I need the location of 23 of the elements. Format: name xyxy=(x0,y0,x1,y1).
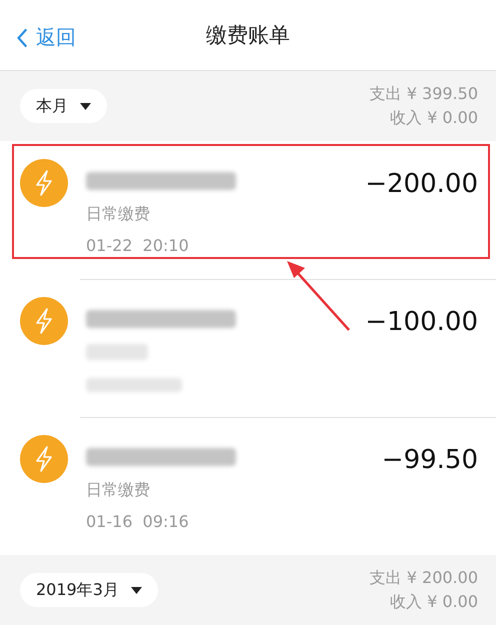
lightning-icon xyxy=(20,159,68,207)
bill-row[interactable]: 日常缴费 01-16 09:16 −99.50 xyxy=(0,417,496,555)
bill-amount: −200.00 xyxy=(365,169,478,199)
bill-amount: −99.50 xyxy=(382,445,478,475)
bill-row[interactable]: 日常缴费 01-22 20:10 −200.00 xyxy=(0,141,496,279)
income-total: 收入 ¥ 0.00 xyxy=(390,591,478,613)
lightning-icon xyxy=(20,297,68,345)
dropdown-caret-icon xyxy=(80,102,91,110)
back-chevron-icon xyxy=(16,26,28,48)
bill-time: 01-16 09:16 xyxy=(86,511,190,533)
bill-row[interactable]: −100.00 xyxy=(0,279,496,417)
page-title: 缴费账单 xyxy=(206,22,290,49)
income-total: 收入 ¥ 0.00 xyxy=(390,107,478,129)
bill-time: 01-22 20:10 xyxy=(86,235,190,257)
lightning-icon xyxy=(20,435,68,483)
dropdown-caret-icon xyxy=(130,586,142,594)
bill-category: 日常缴费 xyxy=(86,203,151,225)
bill-amount: −100.00 xyxy=(365,307,478,337)
month-picker[interactable]: 本月 xyxy=(20,89,107,123)
month-picker[interactable]: 2019年3月 xyxy=(20,573,158,607)
bill-category: 日常缴费 xyxy=(86,479,151,501)
expense-total: 支出 ¥ 200.00 xyxy=(370,567,478,589)
expense-total: 支出 ¥ 399.50 xyxy=(370,83,478,105)
